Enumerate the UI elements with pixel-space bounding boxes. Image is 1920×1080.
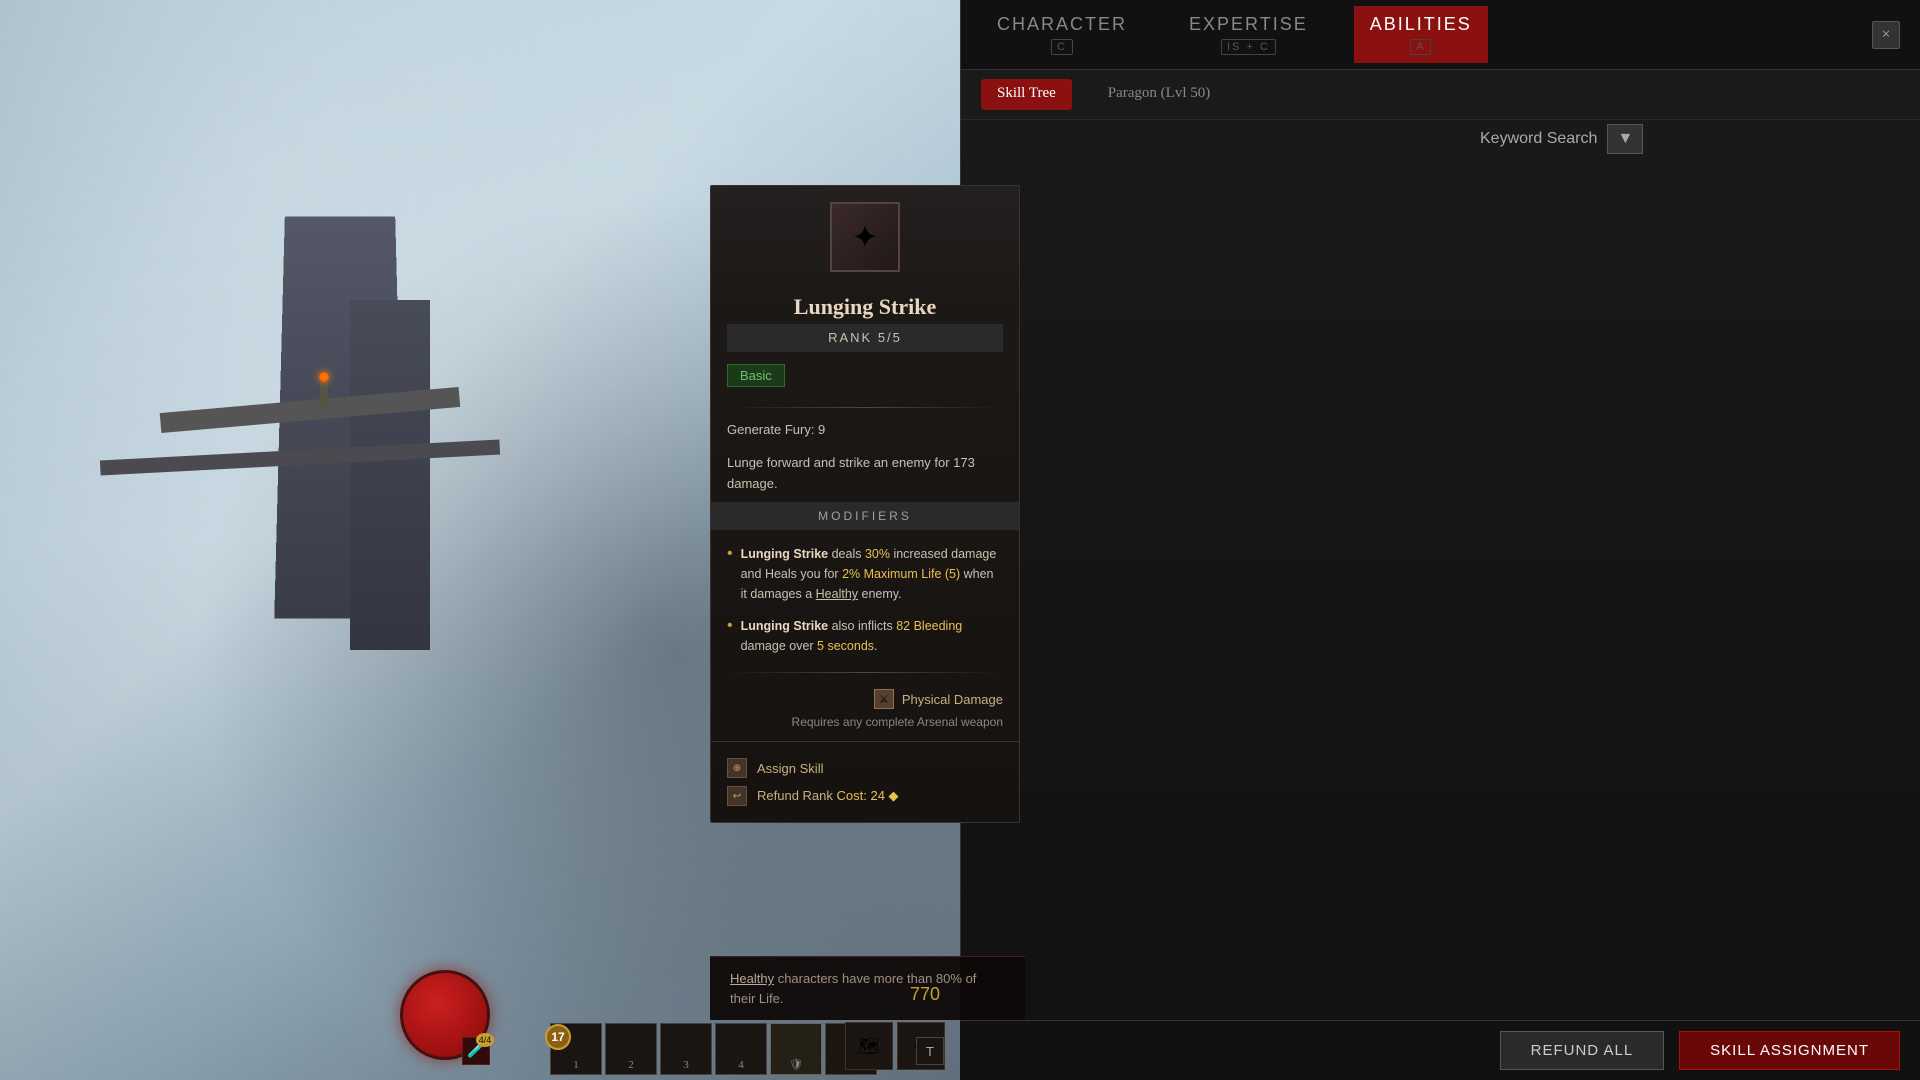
tab-skill-tree[interactable]: Skill Tree <box>981 79 1072 110</box>
physical-damage-row: ⚔ Physical Damage <box>711 681 1019 713</box>
hotbar-slot-2[interactable]: 2 <box>605 1023 657 1075</box>
assign-skill-action[interactable]: ⊕ Assign Skill <box>727 754 1003 782</box>
skill-assignment-button[interactable]: Skill Assignment <box>1679 1031 1900 1070</box>
modifier-1-bullet: • <box>727 545 733 604</box>
skill-icon-header: ✦ <box>711 186 1019 284</box>
keyword-search-dropdown[interactable]: ▼ <box>1607 124 1643 154</box>
footer-tooltip-text: Healthy characters have more than 80% of… <box>730 969 1005 1008</box>
assign-skill-icon: ⊕ <box>727 758 747 778</box>
refund-rank-icon: ↩ <box>727 786 747 806</box>
tab-paragon[interactable]: Paragon (Lvl 50) <box>1092 79 1226 110</box>
currency-display: 770 <box>910 984 940 1005</box>
divider-2 <box>727 672 1003 673</box>
modifier-2: • Lunging Strike also inflicts 82 Bleedi… <box>711 612 1019 664</box>
potion-count: 4/4 <box>476 1033 494 1047</box>
refund-all-button[interactable]: Refund All <box>1500 1031 1665 1070</box>
hotbar: 1 2 3 4 🛡 ⚔ <box>550 1023 877 1075</box>
skill-rank-text: RANK 5/5 <box>828 330 902 345</box>
panel-bottom-buttons: Refund All Skill Assignment <box>960 1020 1920 1080</box>
footer-tooltip: Healthy characters have more than 80% of… <box>710 956 1025 1020</box>
hotbar-slot-5[interactable]: 🛡 <box>770 1023 822 1075</box>
tab-expertise[interactable]: EXPERTISE IS + C <box>1173 6 1324 63</box>
hotbar-slot-4[interactable]: 4 <box>715 1023 767 1075</box>
refund-rank-label: Refund Rank Cost: 24 ◆ <box>757 788 899 804</box>
hotbar-slot-3[interactable]: 3 <box>660 1023 712 1075</box>
t-key-badge[interactable]: T <box>916 1037 944 1065</box>
skill-rank-bar: RANK 5/5 <box>727 324 1003 352</box>
skill-type-badge: Basic <box>727 364 785 387</box>
right-panel: CHARACTER C EXPERTISE IS + C ABILITIES A… <box>960 0 1920 1080</box>
skill-actions: ⊕ Assign Skill ↩ Refund Rank Cost: 24 ◆ <box>711 741 1019 822</box>
keyword-search-label: Keyword Search <box>1480 130 1597 148</box>
modifier-2-text: Lunging Strike also inflicts 82 Bleeding… <box>741 616 1003 656</box>
skill-description: Lunge forward and strike an enemy for 17… <box>711 449 1019 503</box>
physical-damage-label: Physical Damage <box>902 692 1003 707</box>
mini-icon-1[interactable]: 🗺 <box>845 1022 893 1070</box>
skill-name: Lunging Strike <box>711 284 1019 324</box>
top-nav: CHARACTER C EXPERTISE IS + C ABILITIES A… <box>961 0 1920 70</box>
requires-text: Requires any complete Arsenal weapon <box>711 713 1019 741</box>
skill-info-panel: ✦ Lunging Strike RANK 5/5 Basic Generate… <box>710 185 1020 823</box>
modifier-1: • Lunging Strike deals 30% increased dam… <box>711 540 1019 612</box>
tab-abilities[interactable]: ABILITIES A <box>1354 6 1488 63</box>
tab-character[interactable]: CHARACTER C <box>981 6 1143 63</box>
divider-1 <box>727 407 1003 408</box>
close-button[interactable]: × <box>1872 21 1900 49</box>
physical-damage-icon: ⚔ <box>874 689 894 709</box>
skill-generate-fury: Generate Fury: 9 <box>711 416 1019 449</box>
sub-nav: Skill Tree Paragon (Lvl 50) <box>961 70 1920 120</box>
level-badge: 17 <box>545 1024 571 1050</box>
modifier-1-text: Lunging Strike deals 30% increased damag… <box>741 544 1003 604</box>
keyword-search-area: Keyword Search ▼ <box>1480 124 1920 154</box>
potion-slot[interactable]: 🧪 4/4 <box>462 1037 490 1065</box>
modifier-2-bullet: • <box>727 617 733 656</box>
modifiers-header: MODIFIERS <box>711 502 1019 530</box>
refund-rank-action[interactable]: ↩ Refund Rank Cost: 24 ◆ <box>727 782 1003 810</box>
assign-skill-label: Assign Skill <box>757 761 823 776</box>
modifiers-header-text: MODIFIERS <box>818 509 912 523</box>
skill-icon-large: ✦ <box>830 202 900 272</box>
potion-area: 🧪 4/4 <box>462 1037 490 1065</box>
